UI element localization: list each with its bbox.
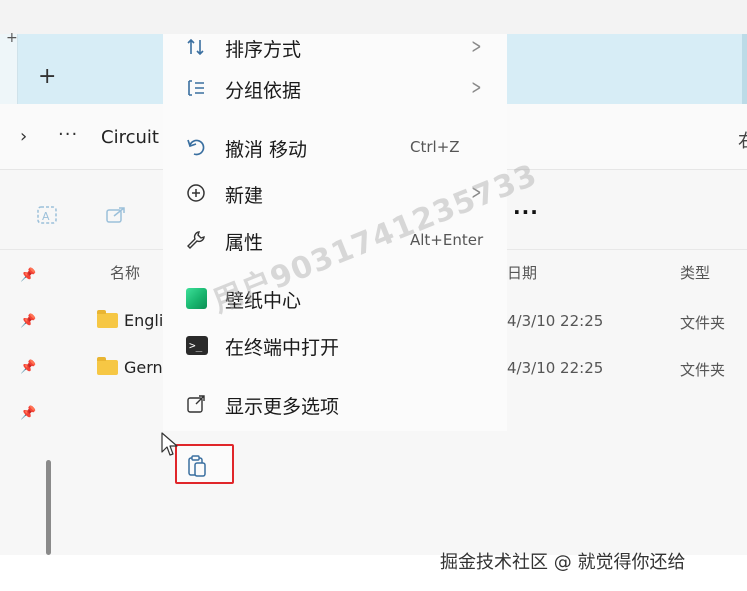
file-name[interactable]: Gern (124, 358, 163, 377)
file-type: 文件夹 (680, 314, 726, 332)
menu-item-open-terminal[interactable]: >_ 在终端中打开 (163, 326, 507, 366)
file-date: 4/3/10 22:25 (507, 359, 604, 377)
pin-icon[interactable]: 📌 (20, 314, 36, 329)
top-plus-glyph: + (6, 30, 18, 46)
menu-label: 分组依据 (225, 80, 302, 102)
menu-item-show-more-options[interactable]: 显示更多选项 (163, 385, 507, 425)
command-overflow-button[interactable]: ··· (513, 200, 539, 224)
address-right-text: 右 (738, 127, 747, 153)
site-watermark: 掘金技术社区 @ 就觉得你还给 (440, 552, 686, 573)
scrollbar-thumb[interactable] (46, 460, 51, 555)
column-header-name[interactable]: 名称 (110, 262, 140, 283)
menu-label: 显示更多选项 (225, 396, 340, 418)
chevron-right-icon: > (471, 34, 482, 58)
address-chevron[interactable]: › (20, 126, 27, 147)
terminal-icon: >_ (186, 336, 208, 355)
more-options-icon (185, 393, 207, 415)
menu-label: 属性 (225, 232, 264, 254)
pin-icon[interactable]: 📌 (20, 406, 36, 421)
group-icon (185, 77, 207, 99)
paste-icon[interactable] (186, 454, 208, 478)
folder-icon (97, 357, 118, 375)
wrench-icon (185, 229, 207, 251)
svg-text:A: A (42, 210, 50, 223)
menu-item-sort[interactable]: 排序方式 > (163, 28, 507, 68)
menu-shortcut: Ctrl+Z (410, 138, 460, 156)
breadcrumb[interactable]: Circuit (101, 127, 159, 148)
undo-icon (185, 136, 207, 158)
share-icon[interactable] (105, 204, 127, 231)
window-right-edge (742, 34, 747, 104)
pin-icon[interactable]: 📌 (20, 360, 36, 375)
file-name[interactable]: Engli (124, 311, 163, 330)
new-tab-button[interactable]: + (38, 66, 56, 88)
menu-item-undo[interactable]: 撤消 移动 Ctrl+Z (163, 128, 507, 168)
menu-item-group-by[interactable]: 分组依据 > (163, 69, 507, 109)
file-type: 文件夹 (680, 361, 726, 379)
menu-label: 撤消 移动 (225, 139, 308, 161)
chevron-right-icon: > (471, 75, 482, 99)
sort-icon (185, 36, 207, 58)
menu-label: 在终端中打开 (225, 337, 340, 359)
menu-label: 排序方式 (225, 39, 302, 61)
column-header-date[interactable]: 日期 (507, 262, 537, 283)
folder-icon (97, 310, 118, 328)
menu-label: 新建 (225, 185, 264, 207)
rename-icon[interactable]: A (36, 204, 58, 231)
new-icon (185, 182, 207, 204)
wallpaper-icon (186, 288, 207, 309)
column-header-type[interactable]: 类型 (680, 262, 710, 283)
pin-icon[interactable]: 📌 (20, 268, 36, 283)
address-overflow-button[interactable]: ··· (58, 124, 78, 145)
file-date: 4/3/10 22:25 (507, 312, 604, 330)
mouse-cursor-icon (161, 432, 179, 458)
